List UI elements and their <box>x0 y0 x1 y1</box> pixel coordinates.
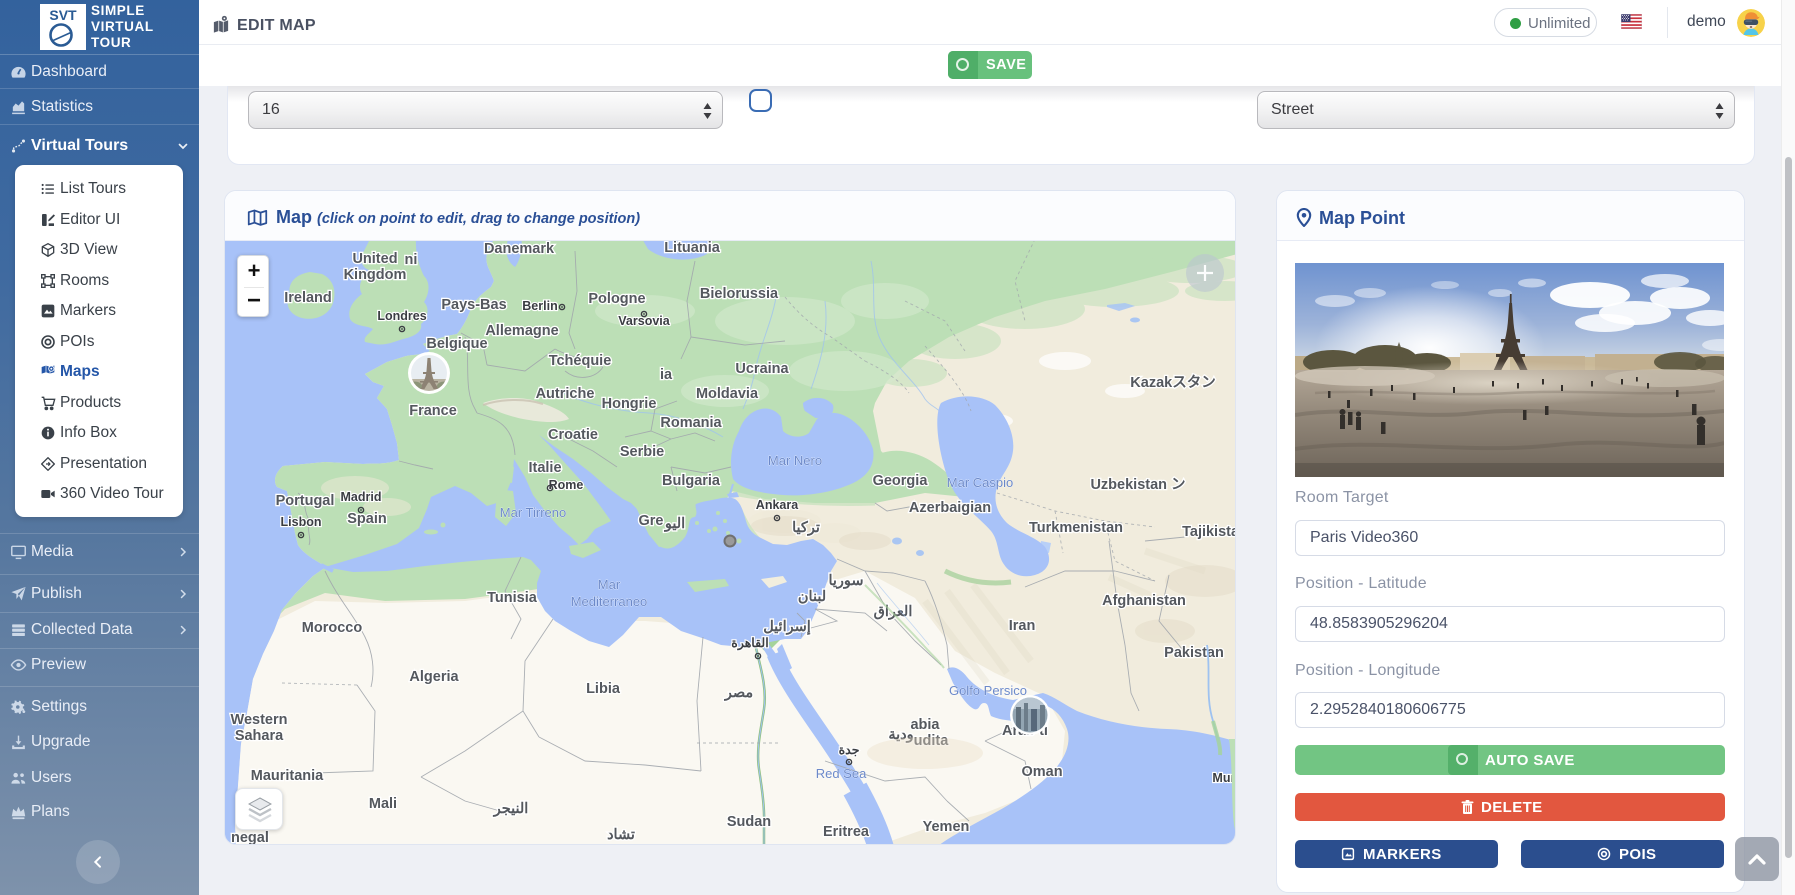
svg-text:Moldavia: Moldavia <box>696 386 759 402</box>
svg-text:Georgia: Georgia <box>873 473 929 489</box>
svg-text:Pologne: Pologne <box>588 291 645 307</box>
svg-text:Mauritania: Mauritania <box>251 768 324 784</box>
svg-text:Pays-Bas: Pays-Bas <box>441 297 506 313</box>
svg-text:Allemagne: Allemagne <box>485 323 558 339</box>
svg-text:سوريا: سوريا <box>828 573 863 589</box>
svg-text:Mar Tirreno: Mar Tirreno <box>500 505 566 520</box>
svg-text:Lituania: Lituania <box>664 241 721 256</box>
svg-text:Ireland: Ireland <box>284 290 332 306</box>
svg-text:اليو: اليو <box>664 516 685 532</box>
svg-text:لبنان: لبنان <box>798 589 826 605</box>
svg-text:Pakistan: Pakistan <box>1164 645 1224 661</box>
svg-text:Hongrie: Hongrie <box>602 396 657 412</box>
svg-text:Serbie: Serbie <box>620 444 664 460</box>
svg-text:Mediterraneo: Mediterraneo <box>571 594 648 609</box>
svg-text:Mar: Mar <box>598 577 621 592</box>
svg-text:Spain: Spain <box>347 511 386 527</box>
svg-text:Western: Western <box>231 712 288 728</box>
svg-text:Kingdom: Kingdom <box>344 267 407 283</box>
svg-text:Iran: Iran <box>1009 618 1036 634</box>
svg-text:Bulgaria: Bulgaria <box>662 473 721 489</box>
svg-text:Ucraina: Ucraina <box>735 361 789 377</box>
svg-text:Gre: Gre <box>639 513 664 529</box>
svg-text:Azerbaigian: Azerbaigian <box>909 500 991 516</box>
svg-text:Oman: Oman <box>1021 764 1062 780</box>
svg-text:Sudan: Sudan <box>727 814 771 830</box>
svg-text:Danemark: Danemark <box>484 241 555 257</box>
svg-text:Yemen: Yemen <box>923 819 970 835</box>
svg-text:France: France <box>409 403 457 419</box>
svg-text:Rome: Rome <box>549 478 584 492</box>
svg-text:تركيا: تركيا <box>792 520 820 536</box>
svg-text:النيجر: النيجر <box>493 801 529 817</box>
svg-text:مصر: مصر <box>724 685 754 701</box>
svg-text:Bielorussia: Bielorussia <box>700 286 779 302</box>
svg-text:Afghanistan: Afghanistan <box>1102 593 1186 609</box>
svg-text:Italie: Italie <box>528 460 561 476</box>
svg-text:Mali: Mali <box>369 796 397 812</box>
svg-text:Sahara: Sahara <box>235 728 284 744</box>
svg-text:Ankara: Ankara <box>756 498 799 512</box>
svg-text:Portugal: Portugal <box>276 493 335 509</box>
svg-text:Mar Nero: Mar Nero <box>768 453 822 468</box>
svg-text:Eritrea: Eritrea <box>823 824 870 840</box>
svg-text:Tchéquie: Tchéquie <box>549 353 612 369</box>
svg-text:إسرائيل: إسرائيل <box>763 619 811 635</box>
svg-text:United: United <box>352 251 397 267</box>
svg-text:abia: abia <box>910 717 940 733</box>
svg-text:Libia: Libia <box>586 681 621 697</box>
svg-text:ia: ia <box>660 367 673 383</box>
svg-text:Madrid: Madrid <box>341 490 382 504</box>
svg-text:Algeria: Algeria <box>409 669 459 685</box>
svg-text:Tunisia: Tunisia <box>487 590 538 606</box>
svg-text:Autriche: Autriche <box>536 386 595 402</box>
svg-text:القاهرة: القاهرة <box>731 636 768 651</box>
svg-text:Belgique: Belgique <box>426 336 487 352</box>
svg-text:Kazakスタン: Kazakスタン <box>1130 374 1215 391</box>
svg-text:Morocco: Morocco <box>302 620 363 636</box>
svg-text:Golfo Persico: Golfo Persico <box>949 683 1027 698</box>
svg-text:جدة: جدة <box>839 743 860 757</box>
svg-text:Tajikistan: Tajikistan <box>1182 524 1236 540</box>
svg-text:Red Sea: Red Sea <box>816 766 867 781</box>
svg-text:Lisbon: Lisbon <box>281 515 322 529</box>
svg-text:Croatie: Croatie <box>548 427 598 443</box>
svg-text:Romania: Romania <box>660 415 722 431</box>
svg-text:Mar Caspio: Mar Caspio <box>947 475 1013 490</box>
svg-text:Berlin: Berlin <box>522 299 557 313</box>
svg-text:negal: negal <box>231 830 269 844</box>
svg-text:ni: ni <box>405 252 418 268</box>
svg-text:Londres: Londres <box>377 309 426 323</box>
svg-text:Turkmenistan: Turkmenistan <box>1029 520 1123 536</box>
svg-text:تشاد: تشاد <box>607 827 635 843</box>
svg-text:Uzbekistan ン: Uzbekistan ン <box>1090 477 1185 493</box>
